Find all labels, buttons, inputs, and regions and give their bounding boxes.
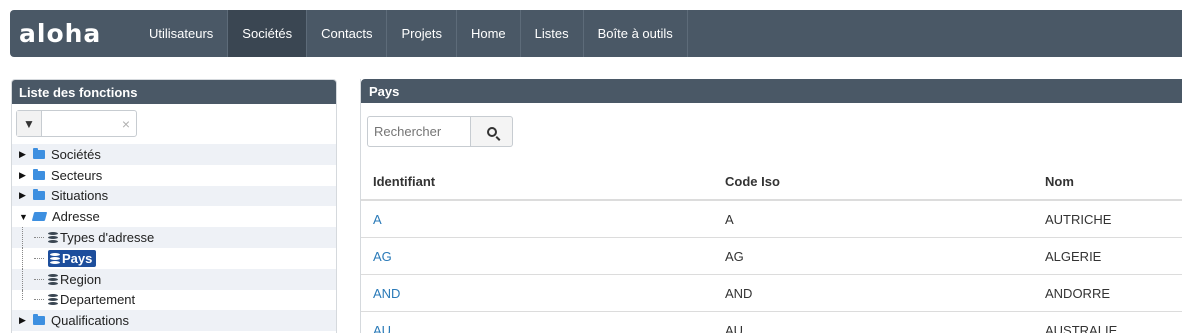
panel-title: Pays	[361, 79, 1182, 103]
clear-icon[interactable]: ×	[116, 111, 136, 136]
caret-right-icon[interactable]: ▶	[19, 149, 29, 160]
tree-branch	[34, 278, 44, 280]
caret-right-icon[interactable]: ▶	[19, 315, 29, 326]
function-list-panel: Liste des fonctions ▼ × ▶ Sociétés ▶ Sec…	[11, 79, 337, 333]
database-icon	[48, 294, 58, 306]
row-nom: AUSTRALIE	[1045, 322, 1118, 333]
tree-label: Region	[60, 271, 102, 287]
nav-home[interactable]: Home	[457, 10, 521, 57]
tree-label: Sociétés	[51, 146, 101, 162]
nav-contacts[interactable]: Contacts	[307, 10, 388, 57]
column-header-identifiant[interactable]: Identifiant	[361, 174, 713, 189]
nav-listes[interactable]: Listes	[521, 10, 584, 57]
tree-label: Situations	[51, 188, 109, 204]
nav-utilisateurs[interactable]: Utilisateurs	[135, 10, 229, 57]
row-nom: ALGERIE	[1045, 248, 1102, 264]
folder-icon	[33, 189, 45, 201]
column-header-nom[interactable]: Nom	[1033, 174, 1182, 189]
selected-item[interactable]: Pays	[48, 249, 97, 267]
search-group	[367, 116, 513, 147]
table-row: AU AU AUSTRALIE	[361, 312, 1182, 333]
row-identifiant-link[interactable]: A	[361, 212, 713, 227]
tree-label: Departement	[60, 292, 136, 308]
folder-icon	[33, 314, 45, 326]
pays-table: Identifiant Code Iso Nom A A AUTRICHE AG…	[361, 164, 1182, 333]
tree-item-departement[interactable]: Departement	[12, 289, 336, 311]
tree-connector	[22, 268, 23, 290]
panel-title: Liste des fonctions	[12, 80, 336, 104]
nav-societes[interactable]: Sociétés	[228, 10, 308, 57]
tree-item-types-adresse[interactable]: Types d'adresse	[12, 227, 336, 248]
column-header-code-iso[interactable]: Code Iso	[713, 174, 1033, 189]
tree-label: Adresse	[52, 209, 100, 225]
tree-item-situations[interactable]: ▶ Situations	[12, 185, 336, 207]
pays-panel: Pays Identifiant Code Iso Nom A A AUTRIC…	[360, 79, 1182, 333]
row-identifiant-link[interactable]: AG	[361, 249, 713, 264]
caret-right-icon[interactable]: ▶	[19, 190, 29, 201]
nav-projets[interactable]: Projets	[387, 10, 457, 57]
table-row: AG AG ALGERIE	[361, 238, 1182, 275]
folder-icon	[33, 168, 45, 180]
brand-logo[interactable]: aloha	[10, 10, 135, 57]
tree-item-region[interactable]: Region	[12, 268, 336, 290]
tree-branch	[34, 257, 44, 259]
table-header: Identifiant Code Iso Nom	[361, 164, 1182, 201]
folder-icon	[33, 147, 45, 159]
table-row: A A AUTRICHE	[361, 201, 1182, 238]
search-button[interactable]	[471, 116, 513, 147]
row-identifiant-link[interactable]: AND	[361, 286, 713, 301]
tree-item-qualifications[interactable]: ▶ Qualifications	[12, 310, 336, 332]
nav-boite-a-outils[interactable]: Boîte à outils	[584, 10, 688, 57]
caret-right-icon[interactable]: ▶	[19, 170, 29, 181]
row-code-iso: A	[725, 211, 734, 227]
tree-connector	[22, 227, 23, 248]
row-code-iso: AU	[725, 322, 744, 333]
tree-item-adresse[interactable]: ▼ Adresse	[12, 206, 336, 227]
tree-connector	[22, 289, 23, 301]
filter-box: ▼ ×	[16, 110, 137, 137]
top-navbar: aloha Utilisateurs Sociétés Contacts Pro…	[10, 10, 1182, 57]
database-icon	[48, 273, 58, 285]
row-code-iso: AND	[725, 285, 753, 301]
tree-item-societes[interactable]: ▶ Sociétés	[12, 144, 336, 165]
tree-label: Qualifications	[51, 313, 130, 329]
row-nom: ANDORRE	[1045, 285, 1111, 301]
search-input[interactable]	[367, 116, 471, 147]
row-nom: AUTRICHE	[1045, 211, 1112, 227]
tree-item-secteurs[interactable]: ▶ Secteurs	[12, 165, 336, 186]
database-icon	[48, 232, 58, 244]
database-icon	[50, 252, 60, 264]
filter-icon[interactable]: ▼	[17, 111, 42, 136]
tree-label: Secteurs	[51, 167, 103, 183]
tree-label: Types d'adresse	[60, 230, 155, 246]
tree-label: Pays	[62, 250, 93, 266]
table-row: AND AND ANDORRE	[361, 275, 1182, 312]
tree-branch	[34, 299, 44, 301]
folder-open-icon	[31, 212, 48, 222]
filter-row: ▼ ×	[12, 104, 336, 144]
filter-input[interactable]	[42, 111, 116, 136]
row-identifiant-link[interactable]: AU	[361, 323, 713, 333]
tree-item-pays[interactable]: Pays	[12, 247, 336, 269]
tree-branch	[34, 237, 44, 239]
tree-connector	[22, 247, 23, 269]
row-code-iso: AG	[725, 248, 744, 264]
caret-down-icon[interactable]: ▼	[19, 212, 29, 222]
search-icon	[486, 126, 497, 137]
